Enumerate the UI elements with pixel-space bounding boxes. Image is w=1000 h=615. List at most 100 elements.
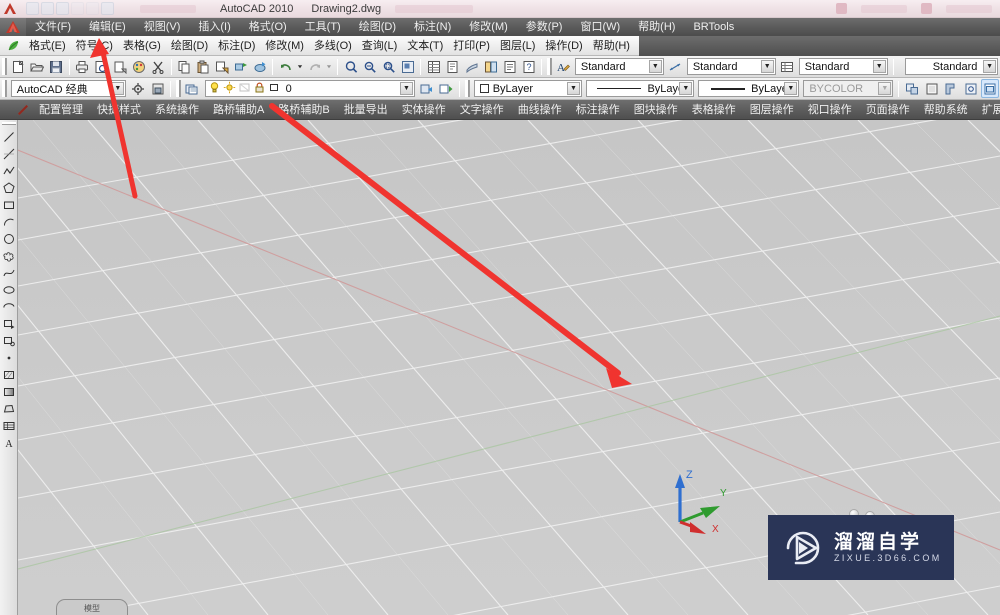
open-icon[interactable] xyxy=(41,2,54,15)
menu-item-file[interactable]: 文件(F) xyxy=(26,18,80,36)
plot-icon[interactable] xyxy=(101,2,114,15)
chevron-down-icon[interactable]: ▼ xyxy=(784,82,798,95)
brtools-menu-dimension[interactable]: 标注(D) xyxy=(213,37,260,55)
brtools-menu-operation[interactable]: 操作(D) xyxy=(540,37,587,55)
undo-icon[interactable] xyxy=(71,2,84,15)
brtools-tab-system[interactable]: 系统操作 xyxy=(148,100,206,120)
brtools-diamond-icon[interactable] xyxy=(18,104,28,115)
ellipse-arc-icon[interactable] xyxy=(1,299,17,315)
chevron-down-icon[interactable]: ▼ xyxy=(399,82,413,95)
zoom-icon[interactable] xyxy=(361,57,378,76)
polyline-icon[interactable] xyxy=(1,163,17,179)
menu-item-insert[interactable]: 插入(I) xyxy=(189,18,239,36)
dimension-style-combo[interactable]: Standard ▼ xyxy=(686,58,776,75)
circle-icon[interactable] xyxy=(1,231,17,247)
make-block-icon[interactable] xyxy=(1,333,17,349)
zoom-window-icon[interactable] xyxy=(380,57,397,76)
lock-toolbar-icon[interactable] xyxy=(149,79,167,98)
brtools-tab-batchexport[interactable]: 批量导出 xyxy=(337,100,395,120)
redo-icon[interactable] xyxy=(306,57,323,76)
new-icon[interactable] xyxy=(26,2,39,15)
lightbulb-icon[interactable] xyxy=(208,81,221,97)
brtools-tab-dimension[interactable]: 标注操作 xyxy=(569,100,627,120)
workspace-combo[interactable]: AutoCAD 经典 ▼ xyxy=(10,80,127,97)
layer-list-icon[interactable] xyxy=(923,79,941,98)
polygon-icon[interactable] xyxy=(1,180,17,196)
table-icon[interactable] xyxy=(1,418,17,434)
menu-item-modify[interactable]: 修改(M) xyxy=(460,18,517,36)
chevron-down-icon[interactable]: ▼ xyxy=(983,60,997,73)
help-icon[interactable]: ? xyxy=(520,57,537,76)
construction-line-icon[interactable] xyxy=(1,146,17,162)
brtools-menu-text[interactable]: 文本(T) xyxy=(402,37,448,55)
layer-make-current-icon[interactable] xyxy=(437,79,455,98)
dim-style-icon[interactable] xyxy=(667,57,684,76)
chevron-down-icon[interactable]: ▼ xyxy=(567,82,580,95)
line-icon[interactable] xyxy=(1,129,17,145)
brtools-tab-page[interactable]: 页面操作 xyxy=(859,100,917,120)
publish-icon[interactable] xyxy=(112,57,129,76)
gradient-icon[interactable] xyxy=(1,384,17,400)
redo-icon[interactable] xyxy=(86,2,99,15)
brtools-tab-table[interactable]: 表格操作 xyxy=(685,100,743,120)
zoom-previous-icon[interactable] xyxy=(399,57,416,76)
plot-preview-icon[interactable] xyxy=(93,57,110,76)
quick-access-toolbar[interactable] xyxy=(26,2,114,15)
linetype-combo[interactable]: ByLayer ▼ xyxy=(586,80,695,97)
copy-icon[interactable] xyxy=(176,57,193,76)
menu-item-tools[interactable]: 工具(T) xyxy=(296,18,350,36)
multileader-style-combo[interactable]: Standard ▼ xyxy=(904,58,999,75)
object-color-combo[interactable]: ByLayer ▼ xyxy=(473,80,582,97)
chevron-down-icon[interactable]: ▼ xyxy=(648,60,662,73)
paste-icon[interactable] xyxy=(195,57,212,76)
layers-toolbar-grip[interactable] xyxy=(176,80,182,97)
brtools-tab-layer[interactable]: 图层操作 xyxy=(743,100,801,120)
app-menu-button[interactable] xyxy=(0,1,20,17)
menu-item-brtools[interactable]: BRTools xyxy=(684,18,743,36)
palette-icon[interactable] xyxy=(131,57,148,76)
menu-item-draw[interactable]: 绘图(D) xyxy=(350,18,405,36)
brtools-tab-helpsystem[interactable]: 帮助系统 xyxy=(917,100,975,120)
open-icon[interactable] xyxy=(29,57,46,76)
insert-block-icon[interactable] xyxy=(1,316,17,332)
arc-icon[interactable] xyxy=(1,214,17,230)
brtools-tab-extendmenu[interactable]: 扩展菜单 xyxy=(975,100,1000,120)
brtools-tab-roadbridge-b[interactable]: 路桥辅助B xyxy=(271,100,336,120)
hatch-icon[interactable] xyxy=(1,367,17,383)
toolpalettes-icon[interactable] xyxy=(463,57,480,76)
lock-icon[interactable] xyxy=(253,81,266,97)
xref-icon[interactable] xyxy=(962,79,980,98)
brtools-menu-symbol[interactable]: 符号(C) xyxy=(71,37,118,55)
menu-item-view[interactable]: 视图(V) xyxy=(135,18,190,36)
redo-dropdown-icon[interactable] xyxy=(325,57,333,76)
brtools-menu-print[interactable]: 打印(P) xyxy=(448,37,495,55)
chevron-down-icon[interactable]: ▼ xyxy=(872,60,886,73)
rectangle-icon[interactable] xyxy=(1,197,17,213)
brtools-menu-layer[interactable]: 图层(L) xyxy=(495,37,540,55)
pan-icon[interactable] xyxy=(342,57,359,76)
brtools-tab-curve[interactable]: 曲线操作 xyxy=(511,100,569,120)
matchprop-icon[interactable] xyxy=(213,57,230,76)
text-style-icon[interactable]: A xyxy=(555,57,572,76)
properties-icon[interactable] xyxy=(425,57,442,76)
menu-item-window[interactable]: 窗口(W) xyxy=(571,18,629,36)
markup-icon[interactable] xyxy=(501,57,518,76)
ellipse-icon[interactable] xyxy=(1,282,17,298)
brtools-tab-roadbridge-a[interactable]: 路桥辅助A xyxy=(206,100,271,120)
text-style-combo[interactable]: Standard ▼ xyxy=(574,58,664,75)
sun-icon[interactable] xyxy=(223,81,236,97)
brtools-tab-viewport[interactable]: 视口操作 xyxy=(801,100,859,120)
brtools-tab-quickstyle[interactable]: 快捷样式 xyxy=(90,100,148,120)
plot-icon[interactable] xyxy=(74,57,91,76)
layer-previous-icon[interactable] xyxy=(418,79,436,98)
menu-item-help[interactable]: 帮助(H) xyxy=(629,18,684,36)
save-icon[interactable] xyxy=(56,2,69,15)
undo-dropdown-icon[interactable] xyxy=(296,57,304,76)
lineweight-combo[interactable]: ByLayer ▼ xyxy=(698,80,800,97)
model-tab[interactable]: 模型 xyxy=(56,599,128,615)
save-icon[interactable] xyxy=(48,57,65,76)
window-icon[interactable] xyxy=(981,79,999,98)
freeze-viewport-icon[interactable] xyxy=(238,81,251,97)
point-icon[interactable] xyxy=(1,350,17,366)
infocenter-search-icon[interactable] xyxy=(836,3,847,14)
